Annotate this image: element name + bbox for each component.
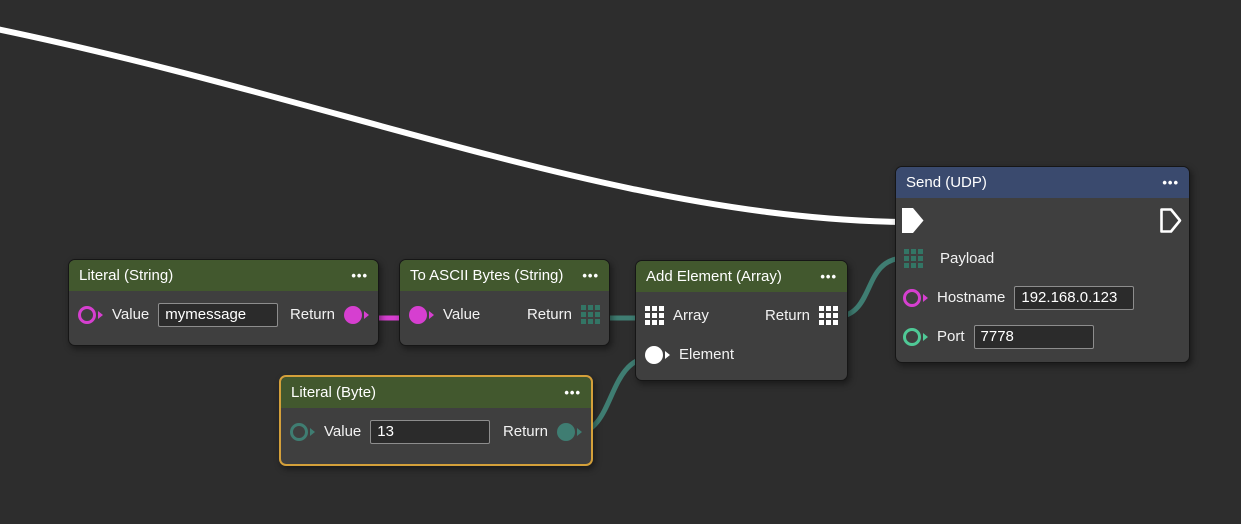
return-array-port-grid-icon[interactable]: [581, 305, 600, 324]
port-arrow-icon: [310, 428, 315, 436]
value-input-port[interactable]: [290, 423, 315, 441]
node-menu-button[interactable]: •••: [351, 269, 368, 282]
array-label: Array: [673, 307, 709, 324]
dot-port-icon: [344, 306, 362, 324]
hostname-input-port[interactable]: [903, 289, 928, 307]
node-title: To ASCII Bytes (String): [410, 267, 563, 284]
node-literal-byte[interactable]: Literal (Byte) ••• Value Return: [279, 375, 593, 466]
return-label: Return: [290, 306, 335, 323]
node-menu-button[interactable]: •••: [564, 386, 581, 399]
value-label: Value: [324, 423, 361, 440]
dot-port-icon: [645, 346, 663, 364]
return-array-port-grid-icon[interactable]: [819, 306, 838, 325]
node-to-ascii-bytes-header[interactable]: To ASCII Bytes (String) •••: [400, 260, 609, 291]
value-label: Value: [112, 306, 149, 323]
value-input-port[interactable]: [78, 306, 103, 324]
node-graph-canvas[interactable]: Literal (String) ••• Value Return: [0, 0, 1241, 524]
port-arrow-icon: [98, 311, 103, 319]
value-input-port[interactable]: [409, 306, 434, 324]
hostname-label: Hostname: [937, 289, 1005, 306]
ring-port-icon: [903, 289, 921, 307]
element-input-port[interactable]: [645, 346, 670, 364]
node-literal-string-header[interactable]: Literal (String) •••: [69, 260, 378, 291]
node-send-udp-header[interactable]: Send (UDP) •••: [896, 167, 1189, 198]
ring-port-icon: [78, 306, 96, 324]
return-output-port[interactable]: [344, 306, 369, 324]
port-arrow-icon: [923, 294, 928, 302]
node-send-udp[interactable]: Send (UDP) ••• Payload: [895, 166, 1190, 363]
return-label: Return: [527, 306, 572, 323]
value-label: Value: [443, 306, 480, 323]
exec-output-port-icon[interactable]: [1159, 207, 1183, 234]
node-title: Add Element (Array): [646, 268, 782, 285]
node-add-element[interactable]: Add Element (Array) ••• Array Return Ele…: [635, 260, 848, 381]
port-field[interactable]: [974, 325, 1094, 349]
hostname-field[interactable]: [1014, 286, 1134, 310]
node-to-ascii-bytes[interactable]: To ASCII Bytes (String) ••• Value Return: [399, 259, 610, 346]
node-menu-button[interactable]: •••: [582, 269, 599, 282]
dot-port-icon: [409, 306, 427, 324]
ring-port-icon: [903, 328, 921, 346]
node-title: Literal (Byte): [291, 384, 376, 401]
wire-exec-to-send-udp[interactable]: [0, 28, 903, 222]
payload-label: Payload: [940, 250, 994, 267]
port-arrow-icon: [364, 311, 369, 319]
node-title: Send (UDP): [906, 174, 987, 191]
node-literal-string[interactable]: Literal (String) ••• Value Return: [68, 259, 379, 346]
node-title: Literal (String): [79, 267, 173, 284]
return-output-port[interactable]: [557, 423, 582, 441]
port-arrow-icon: [429, 311, 434, 319]
value-field[interactable]: [370, 420, 490, 444]
port-label: Port: [937, 328, 965, 345]
element-label: Element: [679, 346, 734, 363]
port-arrow-icon: [665, 351, 670, 359]
ring-port-icon: [290, 423, 308, 441]
node-add-element-header[interactable]: Add Element (Array) •••: [636, 261, 847, 292]
node-literal-byte-header[interactable]: Literal (Byte) •••: [281, 377, 591, 408]
exec-input-port-icon[interactable]: [901, 207, 925, 234]
node-menu-button[interactable]: •••: [1162, 176, 1179, 189]
payload-input-port-grid-icon[interactable]: [904, 249, 923, 268]
port-arrow-icon: [577, 428, 582, 436]
node-menu-button[interactable]: •••: [820, 270, 837, 283]
value-field[interactable]: [158, 303, 278, 327]
dot-port-icon: [557, 423, 575, 441]
port-arrow-icon: [923, 333, 928, 341]
port-input-port[interactable]: [903, 328, 928, 346]
return-label: Return: [765, 307, 810, 324]
return-label: Return: [503, 423, 548, 440]
array-input-port-grid-icon[interactable]: [645, 306, 664, 325]
